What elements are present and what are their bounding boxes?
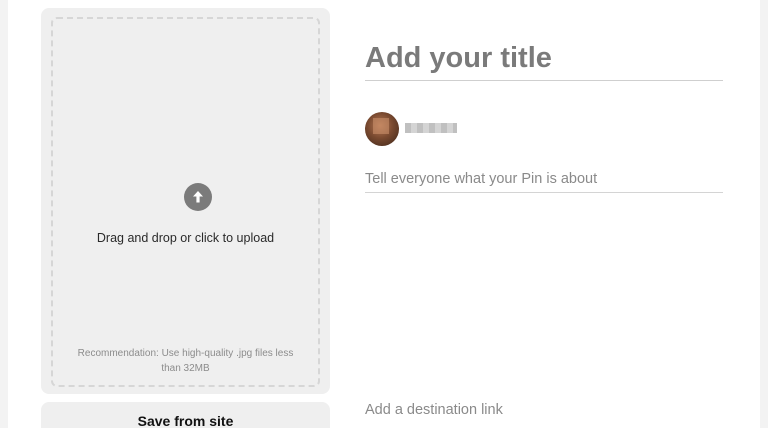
image-dropzone[interactable]: Drag and drop or click to upload Recomme… <box>51 17 320 387</box>
create-pin-page: Drag and drop or click to upload Recomme… <box>0 0 768 428</box>
pin-title-input[interactable] <box>365 36 723 81</box>
upload-recommendation: Recommendation: Use high-quality .jpg fi… <box>77 348 294 374</box>
pin-builder-card: Drag and drop or click to upload Recomme… <box>8 0 760 428</box>
save-from-site-button[interactable]: Save from site <box>41 402 330 428</box>
username-blurred <box>405 123 457 133</box>
upload-panel: Drag and drop or click to upload Recomme… <box>41 8 330 394</box>
destination-link-input[interactable] <box>365 398 723 422</box>
save-from-site-label: Save from site <box>137 413 234 428</box>
pin-description-input[interactable] <box>365 166 723 193</box>
avatar <box>365 112 399 146</box>
arrow-up-circle-icon[interactable] <box>184 183 212 211</box>
dropzone-instruction: Drag and drop or click to upload <box>96 231 275 245</box>
